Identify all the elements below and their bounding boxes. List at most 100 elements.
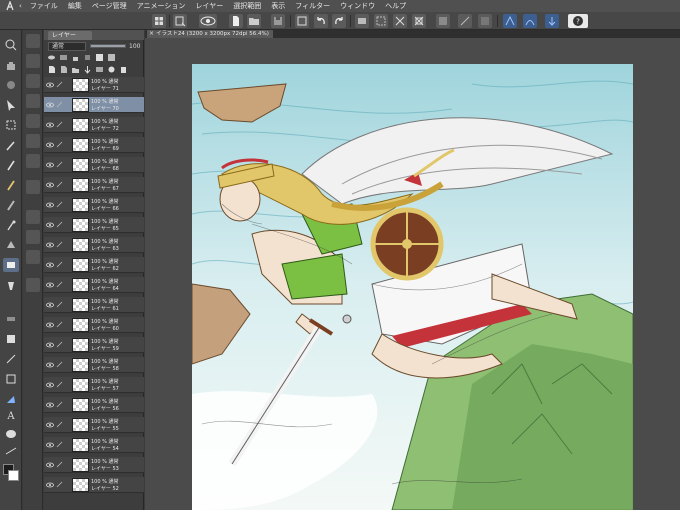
layer-row[interactable]: 100 % 通常 レイヤー 71 xyxy=(44,77,144,93)
visibility-eye-icon[interactable] xyxy=(46,241,54,249)
text-icon[interactable]: A xyxy=(3,408,19,422)
snap-ruler-icon[interactable] xyxy=(503,14,517,28)
visibility-eye-icon[interactable] xyxy=(46,441,54,449)
menu-item-window[interactable]: ウィンドウ xyxy=(335,1,380,11)
subtool-6-icon[interactable] xyxy=(26,134,40,148)
subtool-2-icon[interactable] xyxy=(26,54,40,68)
layer-row[interactable]: 100 % 通常 レイヤー 59 xyxy=(44,337,144,353)
help-icon[interactable]: ? xyxy=(568,14,588,28)
open-file-icon[interactable] xyxy=(247,14,261,28)
line-fix-icon[interactable] xyxy=(3,444,19,458)
delete-layer-icon[interactable] xyxy=(119,65,128,74)
mask-icon[interactable] xyxy=(95,53,104,62)
subtool-8-icon[interactable] xyxy=(26,180,40,194)
subtool-1-icon[interactable] xyxy=(26,34,40,48)
opacity-slider[interactable] xyxy=(90,44,126,48)
visibility-eye-icon[interactable] xyxy=(46,121,54,129)
visibility-eye-icon[interactable] xyxy=(46,401,54,409)
menu-item-filter[interactable]: フィルター xyxy=(290,1,335,11)
transparent-icon[interactable] xyxy=(374,14,388,28)
layer-lock-icon[interactable] xyxy=(56,81,63,88)
menu-item-selection[interactable]: 選択範囲 xyxy=(228,1,266,11)
new-file-icon[interactable] xyxy=(229,14,243,28)
hand-icon[interactable] xyxy=(3,58,19,72)
layer-row[interactable]: 100 % 通常 レイヤー 65 xyxy=(44,217,144,233)
layer-row[interactable]: 100 % 通常 レイヤー 54 xyxy=(44,437,144,453)
layer-lock-icon[interactable] xyxy=(56,201,63,208)
layer-row[interactable]: 100 % 通常 レイヤー 72 xyxy=(44,117,144,133)
lock-alpha-icon[interactable] xyxy=(83,53,92,62)
subtool-12-icon[interactable] xyxy=(26,278,40,292)
layer-row[interactable]: 100 % 通常 レイヤー 69 xyxy=(44,137,144,153)
new-folder-icon[interactable] xyxy=(71,65,80,74)
merge-down-icon[interactable] xyxy=(95,65,104,74)
fill-selection-icon[interactable] xyxy=(355,14,369,28)
sub-color-swatch[interactable] xyxy=(8,470,19,481)
new-canvas-icon[interactable] xyxy=(173,14,187,28)
clip-icon[interactable] xyxy=(47,53,56,62)
subtool-11-icon[interactable] xyxy=(26,250,40,264)
layer-lock-icon[interactable] xyxy=(56,241,63,248)
layer-lock-icon[interactable] xyxy=(56,321,63,328)
layer-lock-icon[interactable] xyxy=(56,141,63,148)
snap-grid-icon[interactable] xyxy=(545,14,559,28)
layer-row[interactable]: 100 % 通常 レイヤー 58 xyxy=(44,357,144,373)
subtool-5-icon[interactable] xyxy=(26,114,40,128)
layer-row[interactable]: 100 % 通常 レイヤー 57 xyxy=(44,377,144,393)
layer-lock-icon[interactable] xyxy=(56,101,63,108)
layer-row[interactable]: 100 % 通常 レイヤー 64 xyxy=(44,277,144,293)
layer-lock-icon[interactable] xyxy=(56,301,63,308)
layer-row[interactable]: 100 % 通常 レイヤー 56 xyxy=(44,397,144,413)
layer-row[interactable]: 100 % 通常 レイヤー 55 xyxy=(44,417,144,433)
visibility-eye-icon[interactable] xyxy=(46,301,54,309)
subtool-9-icon[interactable] xyxy=(26,210,40,224)
new-mask-icon[interactable] xyxy=(107,65,116,74)
fill-icon[interactable] xyxy=(3,278,19,292)
canvas-area[interactable] xyxy=(145,38,680,510)
layer-row[interactable]: 100 % 通常 レイヤー 52 xyxy=(44,477,144,493)
layer-lock-icon[interactable] xyxy=(56,401,63,408)
balloon-icon[interactable] xyxy=(3,428,19,442)
ruler-icon[interactable] xyxy=(3,372,19,386)
layer-row[interactable]: 100 % 通常 レイヤー 67 xyxy=(44,177,144,193)
subtool-4-icon[interactable] xyxy=(26,94,40,108)
menu-item-page[interactable]: ページ管理 xyxy=(87,1,132,11)
menu-item-edit[interactable]: 編集 xyxy=(63,1,87,11)
visibility-eye-icon[interactable] xyxy=(46,81,54,89)
layer-lock-icon[interactable] xyxy=(56,281,63,288)
app-logo-icon[interactable] xyxy=(4,1,16,11)
visibility-eye-icon[interactable] xyxy=(46,461,54,469)
clear-icon[interactable] xyxy=(295,14,309,28)
layer-lock-icon[interactable] xyxy=(56,181,63,188)
pen-icon[interactable] xyxy=(3,158,19,172)
subtool-7-icon[interactable] xyxy=(26,154,40,168)
transform-icon[interactable] xyxy=(412,14,426,28)
layer-row[interactable]: 100 % 通常 レイヤー 68 xyxy=(44,157,144,173)
layer-row[interactable]: 100 % 通常 レイヤー 63 xyxy=(44,237,144,253)
redo-icon[interactable] xyxy=(332,14,346,28)
visibility-eye-icon[interactable] xyxy=(46,481,54,489)
eye-toggle-icon[interactable] xyxy=(199,14,217,28)
new-raster-layer-icon[interactable] xyxy=(47,65,56,74)
menu-item-view[interactable]: 表示 xyxy=(266,1,290,11)
menu-item-animation[interactable]: アニメーション xyxy=(132,1,191,11)
lock-icon[interactable] xyxy=(71,53,80,62)
subtool-10-icon[interactable] xyxy=(26,230,40,244)
figure-icon[interactable] xyxy=(3,332,19,346)
layer-lock-icon[interactable] xyxy=(56,381,63,388)
zoom-icon[interactable] xyxy=(3,38,19,52)
correction-icon[interactable] xyxy=(3,392,19,406)
grid-snap-icon[interactable] xyxy=(478,14,492,28)
visibility-eye-icon[interactable] xyxy=(46,281,54,289)
layer-lock-icon[interactable] xyxy=(56,481,63,488)
eyedropper-icon[interactable] xyxy=(3,138,19,152)
menu-item-back[interactable]: ‹ xyxy=(16,2,25,10)
artwork-canvas[interactable] xyxy=(192,64,633,510)
ruler-snap-icon[interactable] xyxy=(458,14,472,28)
deselect-icon[interactable] xyxy=(393,14,407,28)
layout-icon[interactable] xyxy=(152,14,166,28)
visibility-eye-icon[interactable] xyxy=(46,181,54,189)
document-tab[interactable]: × イラスト24 (3200 x 3200px 72dpi 56.4%) xyxy=(147,30,273,38)
layer-lock-icon[interactable] xyxy=(56,161,63,168)
decoration-icon[interactable] xyxy=(3,238,19,252)
